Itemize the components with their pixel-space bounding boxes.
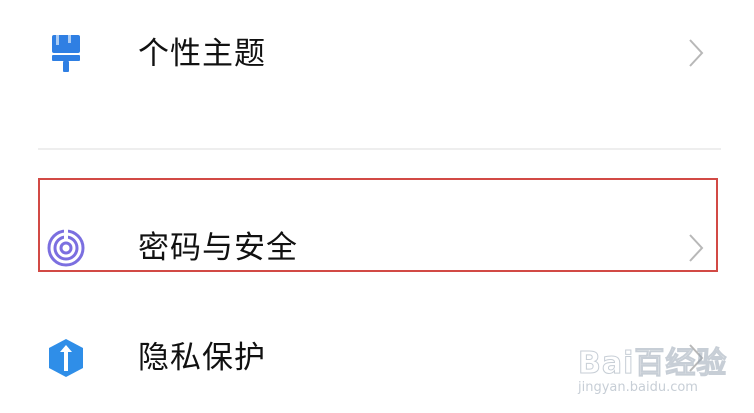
watermark-url: jingyan.baidu.com — [578, 380, 698, 395]
privacy-shield-icon — [44, 336, 88, 380]
chevron-right-icon — [684, 37, 708, 69]
section-divider — [38, 148, 721, 150]
settings-item-theme[interactable]: 个性主题 — [0, 12, 754, 92]
settings-item-label: 隐私保护 — [138, 340, 266, 376]
highlight-box — [38, 178, 718, 272]
settings-item-label: 个性主题 — [138, 36, 266, 72]
paintbrush-icon — [44, 32, 88, 76]
baidu-jingyan-watermark: Bai百经验 jingyan.baidu.com — [577, 338, 726, 404]
watermark-logo: Bai百经验 — [577, 346, 728, 382]
